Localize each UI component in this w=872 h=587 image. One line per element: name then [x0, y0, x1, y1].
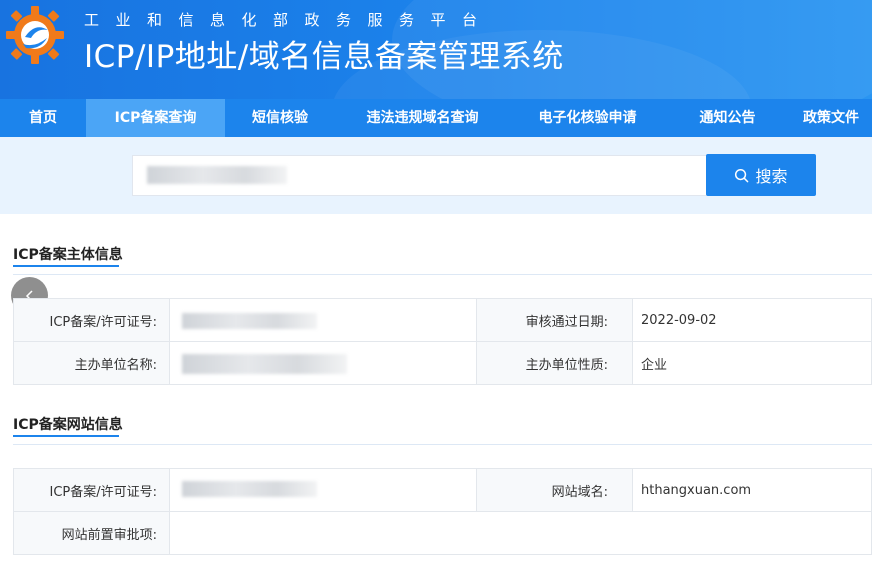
section-divider	[13, 444, 872, 445]
field-label: 主办单位性质:	[476, 341, 633, 385]
field-value-domain: hthangxuan.com	[632, 468, 872, 512]
nav-item-e-verify-apply[interactable]: 电子化核验申请	[510, 99, 665, 137]
field-value-license	[169, 468, 477, 512]
nav-item-home[interactable]: 首页	[0, 99, 86, 137]
main-nav: 首页 ICP备案查询 短信核验 违法违规域名查询 电子化核验申请 通知公告 政策…	[0, 99, 872, 137]
search-input[interactable]	[132, 155, 706, 196]
field-value-organizer	[169, 341, 477, 385]
redacted-text	[147, 166, 287, 184]
nav-item-sms-verify[interactable]: 短信核验	[225, 99, 335, 137]
field-value-pre-approval	[169, 511, 872, 555]
field-label: 网站前置审批项:	[13, 511, 170, 555]
section-underline	[13, 435, 119, 437]
search-band: 搜索	[0, 137, 872, 214]
field-label: ICP备案/许可证号:	[13, 468, 170, 512]
website-info-table: ICP备案/许可证号: 网站域名: hthangxuan.com 网站前置审批项…	[13, 468, 872, 555]
search-button-label: 搜索	[755, 167, 788, 186]
redacted-text	[182, 481, 317, 497]
gear-logo-icon	[6, 6, 64, 64]
section-divider	[13, 274, 872, 275]
field-value-organizer-type: 企业	[632, 341, 872, 385]
nav-item-illegal-domain-query[interactable]: 违法违规域名查询	[335, 99, 510, 137]
section-title-subject: ICP备案主体信息	[13, 247, 123, 263]
field-label: 主办单位名称:	[13, 341, 170, 385]
search-button[interactable]: 搜索	[706, 154, 816, 196]
table-row: 主办单位名称: 主办单位性质: 企业	[13, 341, 872, 385]
redacted-text	[182, 354, 347, 374]
section-title-website: ICP备案网站信息	[13, 417, 123, 433]
table-row: ICP备案/许可证号: 审核通过日期: 2022-09-02	[13, 298, 872, 342]
redacted-text	[182, 313, 317, 329]
table-row: 网站前置审批项:	[13, 511, 872, 555]
field-value-license	[169, 298, 477, 342]
nav-item-policy-docs[interactable]: 政策文件	[790, 99, 872, 137]
subject-info-table: ICP备案/许可证号: 审核通过日期: 2022-09-02 主办单位名称: 主…	[13, 298, 872, 385]
nav-item-icp-query[interactable]: ICP备案查询	[86, 99, 225, 137]
site-header: 工业和信息化部政务服务平台 ICP/IP地址/域名信息备案管理系统	[0, 0, 872, 99]
field-label: 网站域名:	[476, 468, 633, 512]
field-value-approval-date: 2022-09-02	[632, 298, 872, 342]
section-underline	[13, 265, 119, 267]
field-label: ICP备案/许可证号:	[13, 298, 170, 342]
ministry-name: 工业和信息化部政务服务平台	[84, 11, 494, 29]
search-icon	[735, 168, 749, 182]
system-title: ICP/IP地址/域名信息备案管理系统	[84, 39, 564, 75]
field-label: 审核通过日期:	[476, 298, 633, 342]
table-row: ICP备案/许可证号: 网站域名: hthangxuan.com	[13, 468, 872, 512]
nav-item-notices[interactable]: 通知公告	[665, 99, 790, 137]
